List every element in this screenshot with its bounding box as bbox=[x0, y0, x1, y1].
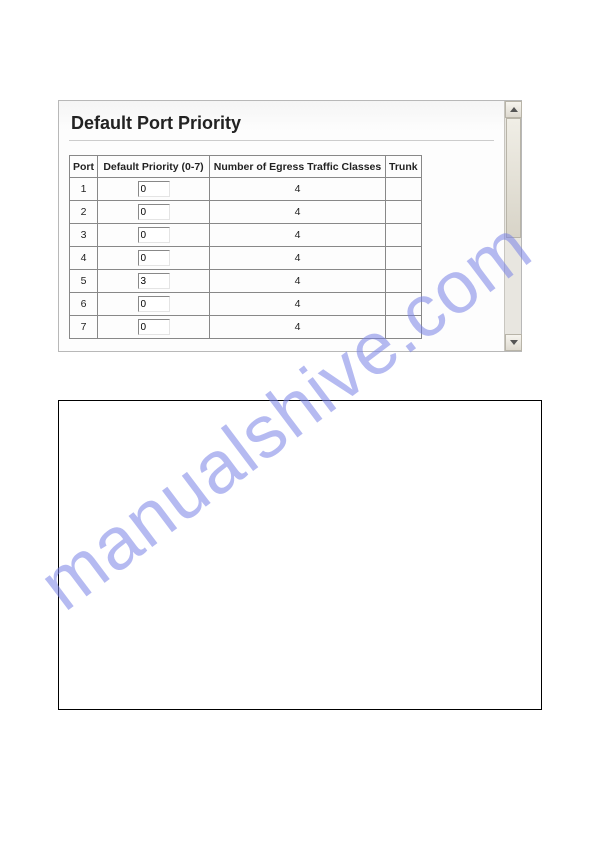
cell-trunk bbox=[386, 247, 422, 270]
scroll-down-button[interactable] bbox=[505, 334, 522, 351]
table-row: 4 4 bbox=[70, 247, 422, 270]
cell-egress: 4 bbox=[210, 316, 386, 339]
cell-egress: 4 bbox=[210, 201, 386, 224]
panel-content: Default Port Priority Port Default Prior… bbox=[59, 101, 504, 351]
priority-input[interactable] bbox=[138, 204, 170, 220]
cell-port: 2 bbox=[70, 201, 98, 224]
arrow-up-icon bbox=[510, 107, 518, 112]
column-header-trunk: Trunk bbox=[386, 156, 422, 178]
cell-egress: 4 bbox=[210, 178, 386, 201]
cell-port: 7 bbox=[70, 316, 98, 339]
table-row: 3 4 bbox=[70, 224, 422, 247]
cell-trunk bbox=[386, 316, 422, 339]
table-row: 2 4 bbox=[70, 201, 422, 224]
title-divider bbox=[69, 140, 494, 141]
table-row: 5 4 bbox=[70, 270, 422, 293]
page-title: Default Port Priority bbox=[71, 113, 494, 134]
cell-port: 1 bbox=[70, 178, 98, 201]
cell-trunk bbox=[386, 178, 422, 201]
column-header-egress: Number of Egress Traffic Classes bbox=[210, 156, 386, 178]
column-header-port: Port bbox=[70, 156, 98, 178]
cell-priority bbox=[98, 270, 210, 293]
table-row: 6 4 bbox=[70, 293, 422, 316]
cell-priority bbox=[98, 293, 210, 316]
empty-frame bbox=[58, 400, 542, 710]
cell-port: 5 bbox=[70, 270, 98, 293]
table-header-row: Port Default Priority (0-7) Number of Eg… bbox=[70, 156, 422, 178]
cell-trunk bbox=[386, 293, 422, 316]
cell-egress: 4 bbox=[210, 247, 386, 270]
port-priority-panel: Default Port Priority Port Default Prior… bbox=[58, 100, 522, 352]
scroll-up-button[interactable] bbox=[505, 101, 522, 118]
cell-port: 3 bbox=[70, 224, 98, 247]
cell-port: 6 bbox=[70, 293, 98, 316]
priority-input[interactable] bbox=[138, 181, 170, 197]
table-row: 1 4 bbox=[70, 178, 422, 201]
vertical-scrollbar[interactable] bbox=[504, 101, 521, 351]
cell-priority bbox=[98, 316, 210, 339]
priority-input[interactable] bbox=[138, 227, 170, 243]
priority-input[interactable] bbox=[138, 296, 170, 312]
cell-egress: 4 bbox=[210, 270, 386, 293]
arrow-down-icon bbox=[510, 340, 518, 345]
cell-egress: 4 bbox=[210, 293, 386, 316]
cell-trunk bbox=[386, 270, 422, 293]
table-row: 7 4 bbox=[70, 316, 422, 339]
cell-priority bbox=[98, 201, 210, 224]
priority-input[interactable] bbox=[138, 319, 170, 335]
priority-input[interactable] bbox=[138, 250, 170, 266]
cell-egress: 4 bbox=[210, 224, 386, 247]
cell-port: 4 bbox=[70, 247, 98, 270]
cell-priority bbox=[98, 224, 210, 247]
cell-priority bbox=[98, 178, 210, 201]
cell-trunk bbox=[386, 224, 422, 247]
port-priority-table: Port Default Priority (0-7) Number of Eg… bbox=[69, 155, 422, 339]
priority-input[interactable] bbox=[138, 273, 170, 289]
scrollbar-thumb[interactable] bbox=[506, 118, 521, 238]
cell-trunk bbox=[386, 201, 422, 224]
cell-priority bbox=[98, 247, 210, 270]
column-header-priority: Default Priority (0-7) bbox=[98, 156, 210, 178]
